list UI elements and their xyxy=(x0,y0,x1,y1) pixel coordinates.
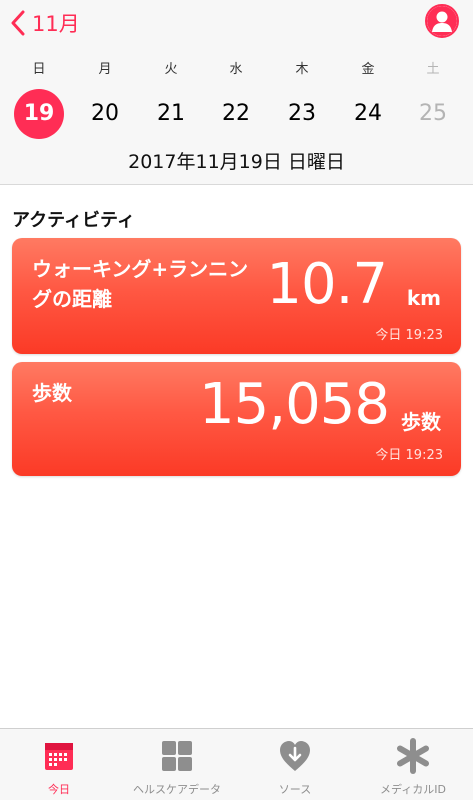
date-cell: 25 xyxy=(419,101,447,126)
chevron-left-icon xyxy=(11,10,25,36)
back-label: 11月 xyxy=(32,12,80,36)
profile-button[interactable] xyxy=(425,4,459,38)
steps-card[interactable]: 歩数 15,058 歩数 今日 19:23 xyxy=(12,362,461,476)
weekday-label: 火 xyxy=(164,62,178,77)
date-cell[interactable]: 20 xyxy=(80,89,130,139)
date-cell-selected[interactable]: 19 xyxy=(14,89,64,139)
weekday-label: 日 xyxy=(32,62,46,77)
card-unit: 歩数 xyxy=(401,410,441,434)
calendar-header: 11月 日 月 火 水 木 金 土 19 20 21 22 23 24 25 2… xyxy=(0,0,473,185)
date-cell[interactable]: 22 xyxy=(211,89,261,139)
tab-label: 今日 xyxy=(48,783,70,796)
tab-medical-id[interactable]: メディカルID xyxy=(354,729,472,800)
full-date-label: 2017年11月19日 日曜日 xyxy=(128,151,345,173)
card-unit: km xyxy=(406,286,441,310)
weekday-label: 水 xyxy=(229,62,243,77)
person-icon xyxy=(427,6,457,36)
weekday-row: 日 月 火 水 木 金 土 xyxy=(0,58,473,78)
date-cell[interactable]: 23 xyxy=(277,89,327,139)
tab-label: メディカルID xyxy=(380,783,446,796)
sources-heart-icon xyxy=(280,741,310,771)
tab-today[interactable]: 今日 xyxy=(0,729,118,800)
section-title: アクティビティ xyxy=(12,210,135,231)
calendar-today-icon xyxy=(45,743,73,770)
card-value: 15,058 xyxy=(199,372,390,437)
weekday-label: 木 xyxy=(295,62,309,77)
card-timestamp: 今日 19:23 xyxy=(375,328,443,343)
tab-health-data[interactable]: ヘルスケアデータ xyxy=(118,729,236,800)
medical-id-star-icon xyxy=(397,738,429,774)
weekday-label: 土 xyxy=(426,62,440,77)
tab-label: ヘルスケアデータ xyxy=(133,783,221,796)
date-cell[interactable]: 24 xyxy=(343,89,393,139)
tab-label: ソース xyxy=(278,783,312,796)
distance-card[interactable]: ウォーキング+ランニングの距離 10.7 km 今日 19:23 xyxy=(12,238,461,354)
weekday-label: 金 xyxy=(361,62,375,77)
date-cell[interactable]: 21 xyxy=(146,89,196,139)
card-timestamp: 今日 19:23 xyxy=(375,448,443,463)
tab-bar: 今日 ヘルスケアデータ ソース メディカルID xyxy=(0,728,473,800)
back-button[interactable]: 11月 xyxy=(10,6,80,40)
date-row: 19 20 21 22 23 24 25 xyxy=(0,88,473,140)
tab-sources[interactable]: ソース xyxy=(236,729,354,800)
health-data-grid-icon xyxy=(162,741,192,771)
weekday-label: 月 xyxy=(98,62,112,77)
card-value: 10.7 xyxy=(266,252,388,317)
card-label: ウォーキング+ランニングの距離 xyxy=(32,257,249,311)
